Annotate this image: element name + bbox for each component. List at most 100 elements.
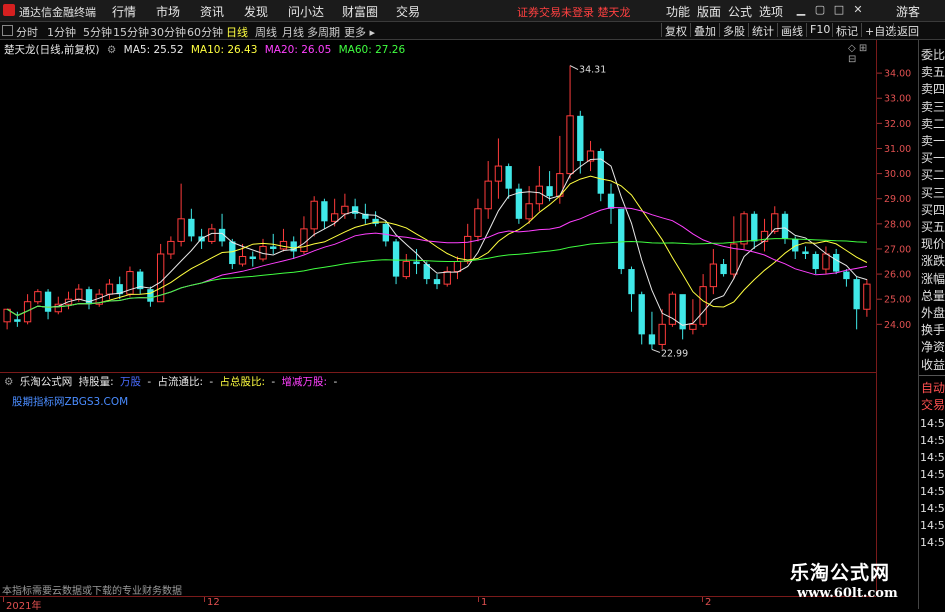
minimize-icon[interactable]: ▁ [795,3,807,16]
high-price-label: 34.31 [579,65,606,76]
candle-body [351,206,359,214]
candle-body [453,261,462,273]
candle-body [720,264,727,275]
menu-item-trade[interactable]: 交易 [396,3,420,20]
menu-item-wealth-circle[interactable]: 财富圈 [342,3,378,20]
sidebar-label: 现价 [921,237,945,252]
time-axis: 2021年 12 1 2 [0,596,876,612]
candle-body [229,241,236,265]
sidebar-trade-tab[interactable]: 交易 [921,396,945,413]
restore-icon[interactable]: ▢ [814,3,826,16]
low-price-label: 22.99 [661,348,688,359]
collapse-arrow-icon[interactable] [2,25,13,36]
indicator-panel[interactable]: ⚙ 乐淘公式网 持股量: 万股 - 占流通比: - 占总股比: - 增减万股: … [0,372,876,597]
kline-svg[interactable]: 24.00 25.00 26.00 27.00 28.00 29.00 30.00 31.00… [0,40,918,370]
period-15min[interactable]: 15分钟 [113,24,149,40]
indicator-field: - [271,376,276,388]
sidebar-auto-tab[interactable]: 自动 [921,379,945,396]
sidebar-label: 买一 [921,151,945,166]
candle-body [147,289,154,302]
sidebar-label: 涨幅 [921,271,945,286]
sidebar-trade-time: 14:56 [920,467,945,481]
sidebar-label: 净资 [921,340,945,355]
candle-body [535,185,544,205]
sidebar-label: 买五 [921,220,945,234]
sidebar-label: 卖三 [921,99,945,114]
indicator-field: 占总股比: [219,376,266,388]
stats-button[interactable]: 统计 [748,23,777,38]
main-kline-chart[interactable]: 24.00 25.00 26.00 27.00 28.00 29.00 30.00 31.00… [0,40,911,370]
sidebar-label: 买二 [921,168,945,183]
indicator-name: 乐淘公式网 [19,376,73,388]
sidebar-label: 卖二 [921,116,945,131]
candle-body [34,291,42,303]
candle-body [577,115,584,162]
menu-item-assistant[interactable]: 问小达 [288,3,324,20]
candle-body [802,251,809,254]
axis-divider [876,40,877,595]
candle-body [402,261,410,278]
settings-icon[interactable]: ⚙ [107,44,116,56]
candle-body [566,115,574,175]
time-axis-tick [702,597,703,602]
chart-window-controls[interactable]: ◇ ⊞ ⊟ [848,43,876,65]
menu-item-options[interactable]: 选项 [759,3,783,20]
menu-item-layout[interactable]: 版面 [697,3,721,20]
candle-body [330,213,339,222]
candle-body [709,263,718,288]
sidebar-label: 委比 [921,48,945,62]
y-axis-label: 32.00 [884,119,911,130]
menu-item-discover[interactable]: 发现 [244,3,268,20]
candle-body [618,208,625,270]
menu-item-markets[interactable]: 市场 [156,3,180,20]
period-timeshare[interactable]: 分时 [16,24,38,40]
period-multi[interactable]: 多周期 [307,24,340,40]
overlay-button[interactable]: 叠加 [690,23,719,38]
candle-body [321,201,328,222]
period-monthly[interactable]: 月线 [282,24,304,40]
indicator-field: 占流通比: [157,376,204,388]
sidebar-trade-time: 14:56 [920,518,945,532]
multi-stock-button[interactable]: 多股 [719,23,748,38]
candle-body [270,246,277,249]
period-daily[interactable]: 日线 [226,24,248,40]
indicator-settings-icon[interactable]: ⚙ [4,376,13,388]
menu-item-news[interactable]: 资讯 [200,3,224,20]
period-30min[interactable]: 30分钟 [150,24,186,40]
mark-button[interactable]: 标记 [832,23,861,38]
candle-body [505,166,512,189]
period-1min[interactable]: 1分钟 [47,24,76,40]
sidebar-label: 总量 [921,288,945,303]
candle-body [853,279,860,310]
back-button[interactable]: 返回 [893,23,922,38]
menu-item-formula[interactable]: 公式 [728,3,752,20]
sidebar-divider [919,374,945,376]
maximize-icon[interactable]: □ [833,3,845,16]
time-axis-label: 1 [481,597,488,608]
period-more[interactable]: 更多 ▸ [344,24,375,40]
y-axis-label: 33.00 [884,94,911,105]
y-axis-label: 34.00 [884,69,911,80]
f10-button[interactable]: F10 [806,23,833,37]
quote-sidebar: 委比 卖五 卖四 卖三 卖二 卖一 买一 买二 买三 买四 买五 现价 涨跌 涨幅 总量 外盘 换手 净资 收益 自动… [918,40,945,609]
candle-body [484,180,492,210]
indicator-field: - [209,376,214,388]
guest-label[interactable]: 游客 [896,3,920,20]
menu-item-market[interactable]: 行情 [112,3,136,20]
candle-body [699,286,707,325]
menu-item-function[interactable]: 功能 [666,3,690,20]
candle-body [464,235,472,263]
watermark: 乐淘公式网 www.60lt.com [785,556,945,609]
adjust-button[interactable]: 复权 [661,23,690,38]
y-axis-label: 27.00 [884,244,911,255]
period-5min[interactable]: 5分钟 [83,24,112,40]
indicator-site-link[interactable]: 股期指标网ZBGS3.COM [12,394,128,409]
candle-body [740,213,748,245]
period-weekly[interactable]: 周线 [255,24,277,40]
y-axis-label: 30.00 [884,169,911,180]
y-axis-label: 26.00 [884,270,911,281]
period-60min[interactable]: 60分钟 [187,24,223,40]
y-axis-label: 24.00 [884,320,911,331]
draw-line-button[interactable]: 画线 [777,23,806,38]
close-icon[interactable]: ✕ [852,3,864,16]
